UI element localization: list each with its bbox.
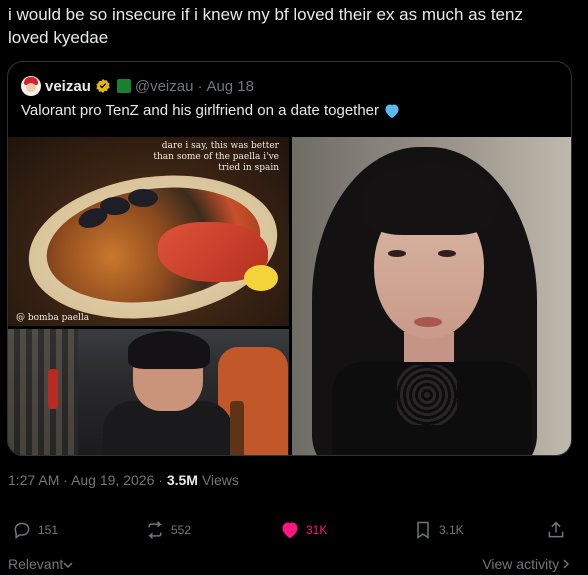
- media-grid: dare i say, this was better than some of…: [8, 137, 571, 455]
- tweet-meta: 1:27 AM · Aug 19, 2026 · 3.5M Views: [8, 472, 239, 488]
- chevron-right-icon: [563, 559, 570, 569]
- reply-count: 151: [38, 523, 59, 537]
- quoted-tweet-header: veizau @veizau · Aug 18: [21, 76, 254, 96]
- repost-count: 552: [171, 523, 192, 537]
- separator: ·: [197, 77, 203, 95]
- action-bar: 151 552 31K 3.1K: [0, 520, 588, 544]
- view-activity-label: View activity: [482, 556, 560, 572]
- tweet-time[interactable]: 1:27 AM: [8, 472, 59, 488]
- portrait-photo[interactable]: [292, 137, 571, 455]
- bookmark-button[interactable]: 3.1K: [413, 520, 464, 540]
- views-count: 3.5M: [166, 472, 198, 488]
- photo-caption: dare i say, this was better than some of…: [153, 141, 279, 173]
- author-handle[interactable]: @veizau: [135, 78, 194, 95]
- replies-footer: Relevant View activity: [0, 553, 588, 575]
- author-name[interactable]: veizau: [45, 78, 91, 95]
- paella-photo[interactable]: dare i say, this was better than some of…: [8, 137, 289, 326]
- share-icon: [548, 521, 564, 538]
- bookmark-icon: [417, 521, 429, 539]
- heart-icon: [282, 522, 298, 539]
- restaurant-photo[interactable]: [8, 329, 289, 455]
- view-activity-link[interactable]: View activity: [482, 556, 570, 572]
- separator: ·: [158, 472, 163, 488]
- avatar[interactable]: [21, 76, 41, 96]
- quoted-tweet-card[interactable]: veizau @veizau · Aug 18 Valorant pro Ten…: [7, 61, 572, 456]
- chevron-down-icon: [63, 562, 73, 569]
- sort-label: Relevant: [8, 556, 64, 572]
- views-label: Views: [201, 472, 239, 488]
- reply-button[interactable]: 151: [12, 520, 58, 540]
- repost-icon: [148, 521, 162, 539]
- quoted-tweet-text: Valorant pro TenZ and his girlfriend on …: [21, 102, 380, 119]
- photo-location-tag: @ bomba paella: [16, 313, 90, 323]
- affiliate-badge-icon: [116, 79, 131, 93]
- like-count: 31K: [306, 523, 328, 537]
- verified-badge-icon: [96, 79, 110, 93]
- repost-button[interactable]: 552: [145, 520, 191, 540]
- quoted-tweet-text-row: Valorant pro TenZ and his girlfriend on …: [21, 102, 401, 119]
- share-button[interactable]: [546, 520, 566, 540]
- separator: ·: [63, 472, 68, 488]
- reply-icon: [14, 522, 30, 539]
- tweet-date[interactable]: Aug 19, 2026: [71, 472, 154, 488]
- like-button[interactable]: 31K: [280, 520, 327, 540]
- bookmark-count: 3.1K: [439, 523, 464, 537]
- tweet-text: i would be so insecure if i knew my bf l…: [8, 5, 523, 47]
- quote-date[interactable]: Aug 18: [206, 78, 254, 95]
- sort-dropdown[interactable]: Relevant: [8, 556, 73, 572]
- blue-heart-icon: [385, 103, 399, 118]
